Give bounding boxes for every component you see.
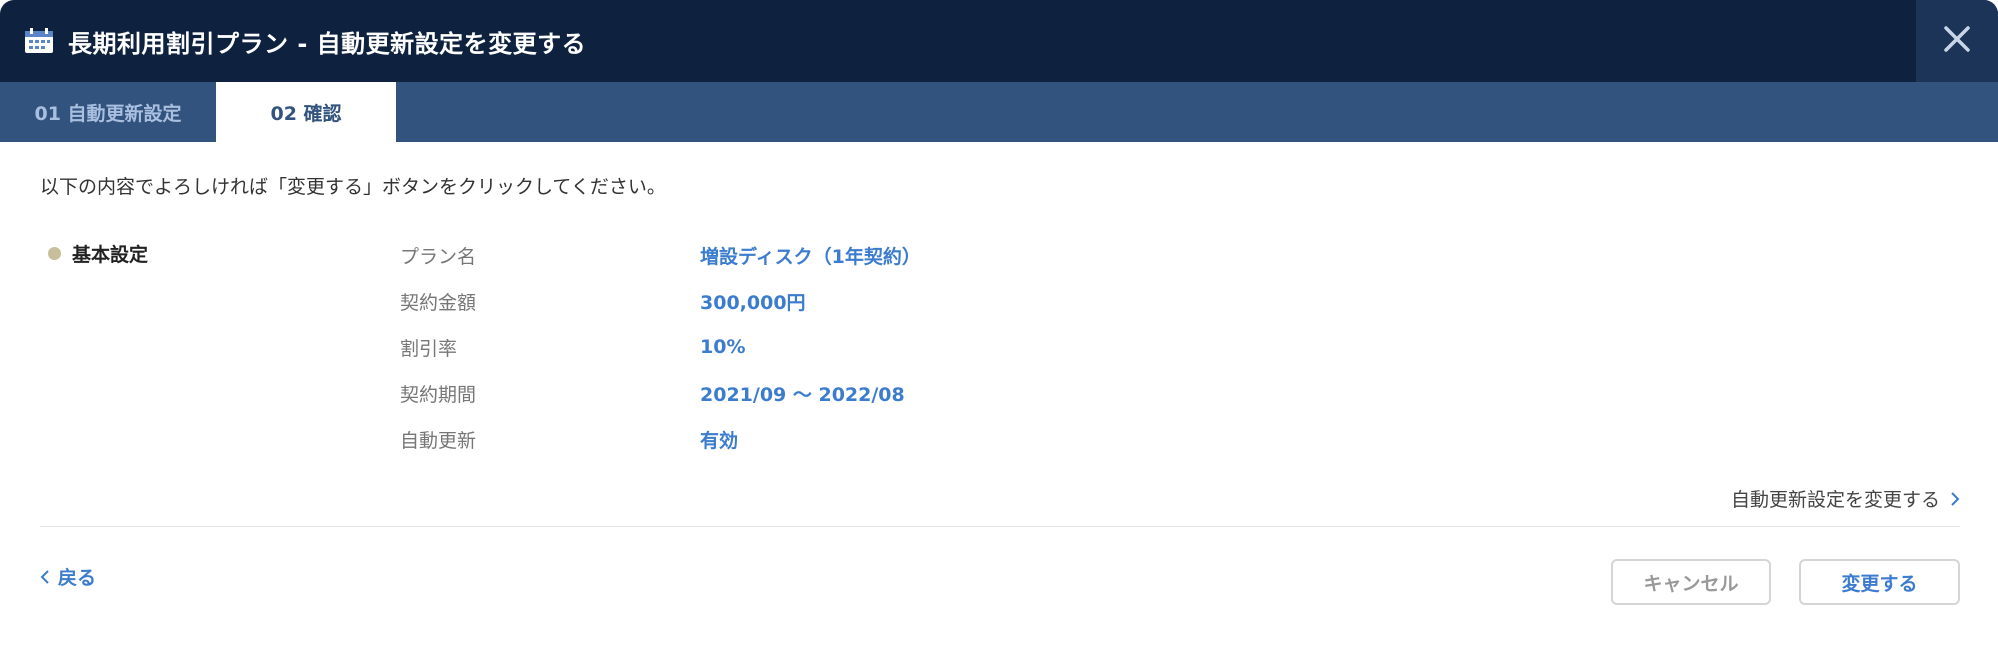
detail-value: 2021/09 〜 2022/08 [700, 383, 905, 406]
cancel-button[interactable]: キャンセル [1611, 559, 1771, 605]
section-label: 基本設定 [72, 244, 149, 266]
change-link-label: 自動更新設定を変更する [1730, 489, 1940, 511]
close-button[interactable] [1916, 0, 1998, 82]
detail-label: プラン名 [400, 245, 477, 268]
detail-label: 契約金額 [400, 291, 477, 314]
modal-header: 長期利用割引プラン - 自動更新設定を変更する [0, 0, 1998, 82]
close-icon [1942, 24, 1972, 58]
detail-value: 10% [700, 336, 746, 358]
modal-dialog: 長期利用割引プラン - 自動更新設定を変更する 01 自動更新設定 02 確認 … [0, 0, 1998, 646]
back-label: 戻る [58, 567, 97, 589]
tab-auto-renew-settings[interactable]: 01 自動更新設定 [0, 82, 216, 142]
modal-title: 長期利用割引プラン - 自動更新設定を変更する [68, 29, 587, 58]
section-heading: 基本設定 [48, 240, 148, 267]
back-link[interactable]: 戻る [40, 563, 96, 590]
tab-confirm[interactable]: 02 確認 [216, 82, 396, 142]
calendar-icon [24, 28, 54, 54]
detail-label: 契約期間 [400, 383, 477, 406]
detail-label: 自動更新 [400, 429, 477, 452]
detail-value: 有効 [700, 429, 739, 452]
chevron-right-icon [1950, 491, 1960, 507]
detail-label: 割引率 [400, 337, 458, 360]
chevron-left-icon [40, 569, 50, 585]
detail-value: 増設ディスク（1年契約） [700, 245, 921, 268]
submit-change-button[interactable]: 変更する [1799, 559, 1960, 605]
footer-divider [40, 526, 1960, 527]
change-auto-renew-link[interactable]: 自動更新設定を変更する [1731, 485, 1960, 512]
bullet-dot [48, 247, 61, 260]
instruction-text: 以下の内容でよろしければ「変更する」ボタンをクリックしてください。 [40, 176, 666, 198]
step-tabs: 01 自動更新設定 02 確認 [0, 82, 1998, 142]
detail-value: 300,000円 [700, 291, 806, 314]
